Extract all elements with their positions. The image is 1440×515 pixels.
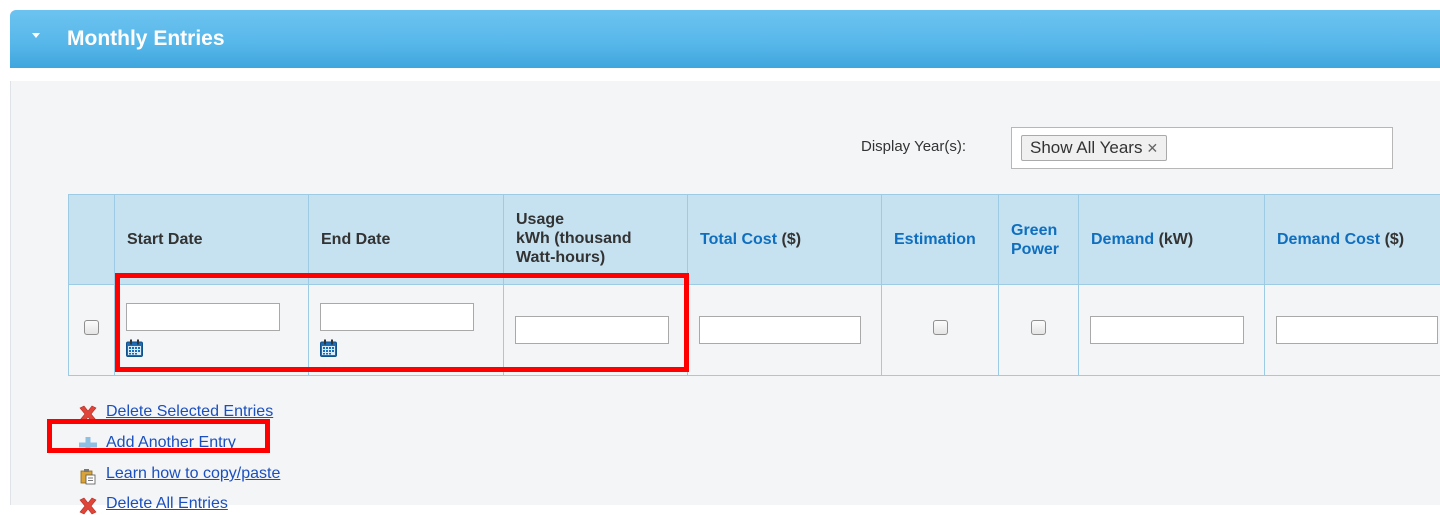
panel-title: Monthly Entries bbox=[67, 27, 225, 51]
green-power-header[interactable]: Green Power bbox=[999, 195, 1079, 285]
total-cost-input[interactable] bbox=[699, 316, 861, 344]
monthly-entries-panel: Monthly Entries Display Year(s): Show Al… bbox=[10, 10, 1440, 505]
clipboard-icon bbox=[78, 467, 98, 485]
usage-cell bbox=[504, 285, 688, 376]
display-year-select[interactable]: Show All Years✕ bbox=[1011, 127, 1393, 169]
red-x-icon bbox=[78, 497, 98, 515]
year-chip-label: Show All Years bbox=[1030, 138, 1142, 157]
select-header bbox=[69, 195, 115, 285]
demand-cost-label[interactable]: Demand Cost bbox=[1277, 231, 1380, 248]
remove-chip-icon[interactable]: ✕ bbox=[1146, 140, 1158, 156]
red-x-icon bbox=[78, 405, 98, 423]
caret-down-icon[interactable] bbox=[32, 33, 40, 38]
row-select-cell bbox=[69, 285, 115, 376]
total-cost-label[interactable]: Total Cost bbox=[700, 231, 777, 248]
add-another-entry-link[interactable]: Add Another Entry bbox=[106, 434, 236, 452]
estimation-checkbox[interactable] bbox=[933, 320, 948, 335]
usage-input[interactable] bbox=[515, 316, 669, 344]
green-power-cell bbox=[999, 285, 1079, 376]
end-date-cell bbox=[309, 285, 504, 376]
estimation-cell bbox=[882, 285, 999, 376]
panel-header[interactable]: Monthly Entries bbox=[10, 10, 1440, 68]
start-date-header: Start Date bbox=[115, 195, 309, 285]
usage-header-label: Usage kWh (thousand Watt-hours) bbox=[516, 211, 632, 266]
calendar-icon[interactable] bbox=[126, 339, 143, 357]
demand-input[interactable] bbox=[1090, 316, 1244, 344]
start-date-input[interactable] bbox=[126, 303, 280, 331]
calendar-icon[interactable] bbox=[320, 339, 337, 357]
end-date-input[interactable] bbox=[320, 303, 474, 331]
demand-label[interactable]: Demand bbox=[1091, 231, 1154, 248]
copy-paste-help-link[interactable]: Learn how to copy/paste bbox=[106, 465, 280, 483]
estimation-header[interactable]: Estimation bbox=[882, 195, 999, 285]
demand-cell bbox=[1079, 285, 1265, 376]
demand-cost-input[interactable] bbox=[1276, 316, 1438, 344]
demand-header[interactable]: Demand (kW) bbox=[1079, 195, 1265, 285]
total-cost-header[interactable]: Total Cost ($) bbox=[688, 195, 882, 285]
green-power-label[interactable]: Green Power bbox=[1011, 222, 1059, 258]
demand-cost-header[interactable]: Demand Cost ($) bbox=[1265, 195, 1440, 285]
start-date-cell bbox=[115, 285, 309, 376]
table-row bbox=[69, 285, 1440, 376]
total-cost-unit: ($) bbox=[781, 231, 801, 248]
total-cost-cell bbox=[688, 285, 882, 376]
estimation-label[interactable]: Estimation bbox=[894, 231, 976, 248]
green-power-checkbox[interactable] bbox=[1031, 320, 1046, 335]
demand-cost-unit: ($) bbox=[1385, 231, 1405, 248]
plus-icon bbox=[78, 436, 98, 454]
demand-cost-cell bbox=[1265, 285, 1440, 376]
usage-header: Usage kWh (thousand Watt-hours) bbox=[504, 195, 688, 285]
delete-all-link[interactable]: Delete All Entries bbox=[106, 495, 228, 513]
row-select-checkbox[interactable] bbox=[84, 320, 99, 335]
demand-unit: (kW) bbox=[1159, 231, 1194, 248]
delete-selected-link[interactable]: Delete Selected Entries bbox=[106, 403, 273, 421]
display-year-label: Display Year(s): bbox=[861, 138, 966, 155]
year-chip: Show All Years✕ bbox=[1021, 135, 1167, 161]
end-date-header: End Date bbox=[309, 195, 504, 285]
table-header-row: Start Date End Date Usage kWh (thousand … bbox=[69, 195, 1440, 285]
panel-body: Display Year(s): Show All Years✕ Start D… bbox=[10, 81, 1440, 505]
entries-table: Start Date End Date Usage kWh (thousand … bbox=[68, 194, 1440, 376]
